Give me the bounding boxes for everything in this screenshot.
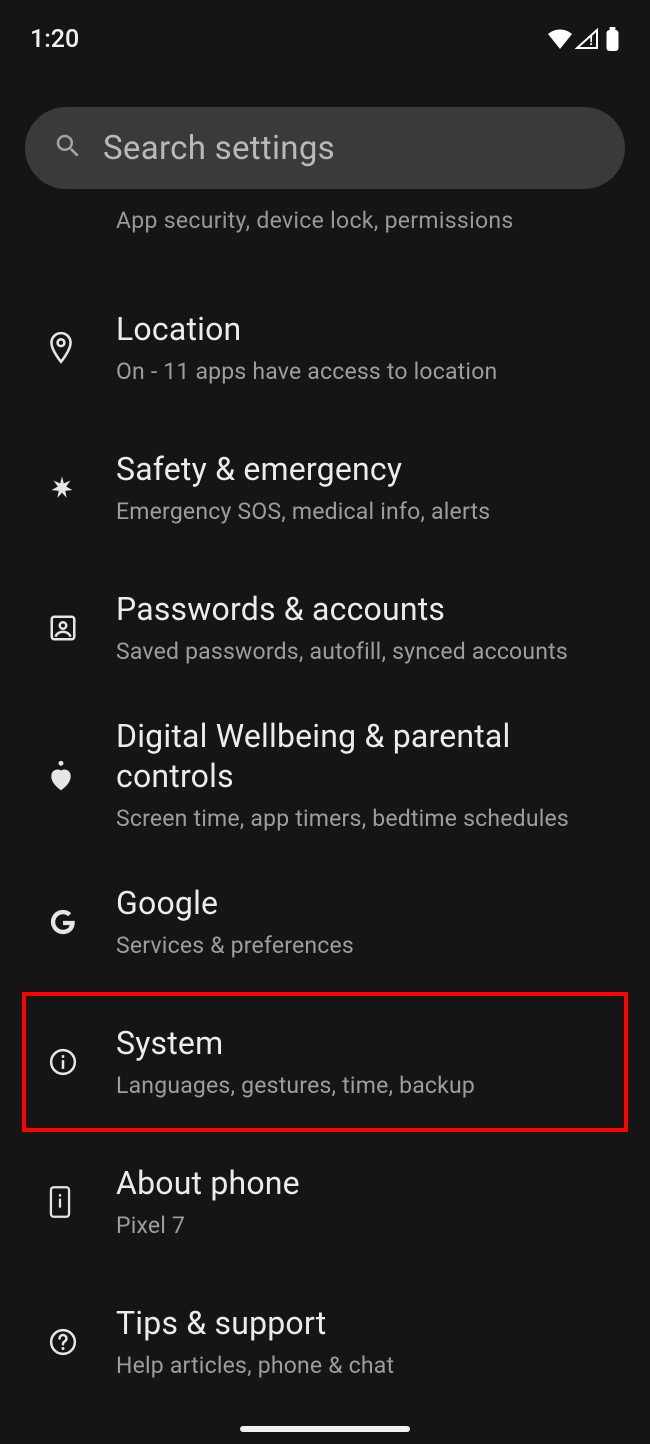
search-icon bbox=[53, 131, 83, 165]
google-g-icon bbox=[48, 907, 116, 937]
settings-item-google[interactable]: Google Services & preferences bbox=[0, 852, 650, 992]
wifi-icon bbox=[547, 29, 573, 49]
help-icon bbox=[48, 1327, 116, 1357]
item-subtitle: Services & preferences bbox=[116, 931, 626, 961]
wellbeing-icon bbox=[48, 759, 116, 791]
item-title: Google bbox=[116, 883, 626, 923]
settings-item-about[interactable]: About phone Pixel 7 bbox=[0, 1132, 650, 1272]
item-title: Tips & support bbox=[116, 1303, 626, 1343]
truncated-item-subtitle: App security, device lock, permissions bbox=[0, 189, 650, 234]
settings-list: Location On - 11 apps have access to loc… bbox=[0, 234, 650, 1412]
item-subtitle: Help articles, phone & chat bbox=[116, 1351, 626, 1381]
svg-text:!: ! bbox=[589, 33, 593, 48]
home-indicator[interactable] bbox=[240, 1426, 410, 1432]
item-title: Safety & emergency bbox=[116, 449, 626, 489]
phone-info-icon bbox=[48, 1185, 116, 1219]
item-subtitle: Pixel 7 bbox=[116, 1211, 626, 1241]
settings-item-safety[interactable]: Safety & emergency Emergency SOS, medica… bbox=[0, 418, 650, 558]
account-box-icon bbox=[48, 613, 116, 643]
settings-item-system[interactable]: System Languages, gestures, time, backup bbox=[22, 992, 628, 1132]
item-title: Digital Wellbeing & parental controls bbox=[116, 716, 626, 796]
asterisk-icon bbox=[48, 474, 116, 502]
info-icon bbox=[48, 1047, 116, 1077]
item-title: Location bbox=[116, 309, 626, 349]
settings-item-wellbeing[interactable]: Digital Wellbeing & parental controls Sc… bbox=[0, 698, 650, 852]
settings-item-tips[interactable]: Tips & support Help articles, phone & ch… bbox=[0, 1272, 650, 1412]
cell-signal-icon: ! bbox=[575, 28, 599, 50]
search-bar[interactable]: Search settings bbox=[25, 107, 625, 189]
status-time: 1:20 bbox=[30, 25, 79, 54]
status-icons: ! bbox=[547, 27, 620, 51]
item-subtitle: Saved passwords, autofill, synced accoun… bbox=[116, 637, 626, 667]
search-container: Search settings bbox=[0, 60, 650, 189]
settings-item-location[interactable]: Location On - 11 apps have access to loc… bbox=[0, 278, 650, 418]
item-subtitle: Screen time, app timers, bedtime schedul… bbox=[116, 804, 626, 834]
status-bar: 1:20 ! bbox=[0, 0, 650, 60]
item-subtitle: Languages, gestures, time, backup bbox=[116, 1071, 624, 1101]
item-subtitle: Emergency SOS, medical info, alerts bbox=[116, 497, 626, 527]
battery-icon bbox=[605, 27, 620, 51]
item-title: About phone bbox=[116, 1163, 626, 1203]
item-title: Passwords & accounts bbox=[116, 589, 626, 629]
location-icon bbox=[48, 331, 116, 365]
search-placeholder: Search settings bbox=[103, 129, 335, 168]
item-title: System bbox=[116, 1023, 624, 1063]
settings-item-passwords[interactable]: Passwords & accounts Saved passwords, au… bbox=[0, 558, 650, 698]
item-subtitle: On - 11 apps have access to location bbox=[116, 357, 626, 387]
